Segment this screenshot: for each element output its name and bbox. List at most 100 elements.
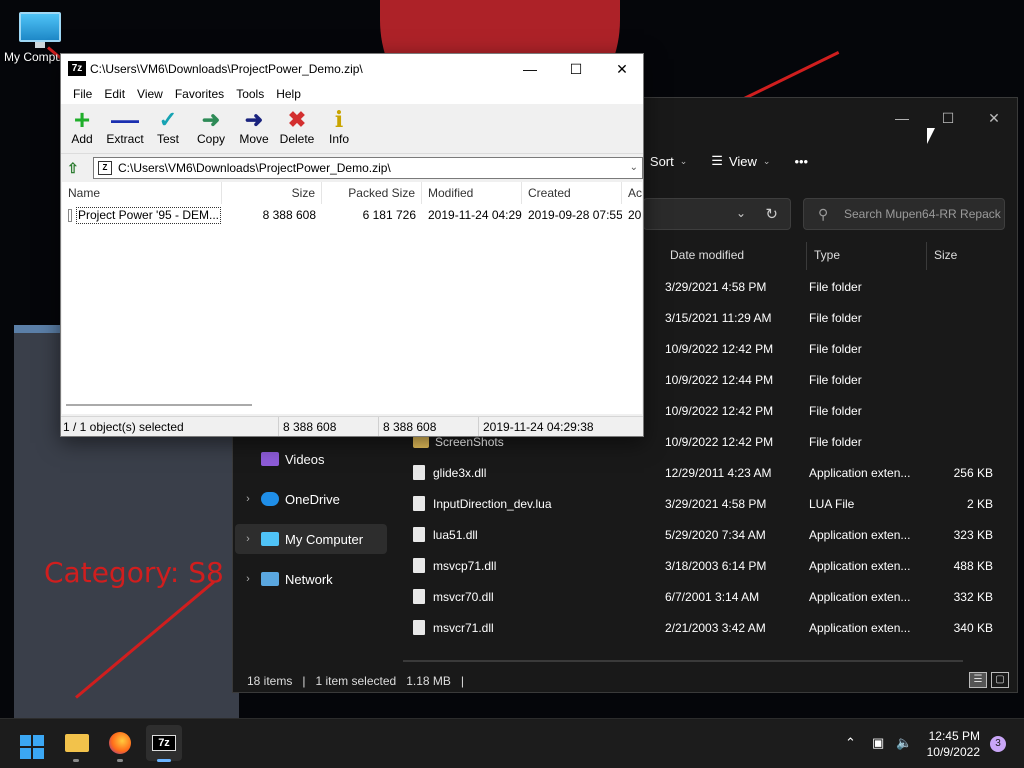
extract-button[interactable]: — Extract — [102, 106, 148, 147]
volume-icon[interactable]: 🔈 — [896, 735, 912, 751]
cloud-icon — [261, 492, 279, 506]
taskbar-firefox[interactable] — [102, 725, 138, 762]
file-type: File folder — [809, 279, 862, 294]
copy-button[interactable]: ➜ Copy — [188, 108, 234, 147]
delete-label: Delete — [279, 132, 315, 146]
column-name[interactable]: Name — [62, 182, 222, 204]
nav-item-videos[interactable]: Videos — [235, 444, 387, 474]
start-button[interactable] — [20, 735, 44, 759]
status-size: 8 388 608 — [279, 417, 379, 436]
sort-label: Sort — [649, 153, 674, 169]
7zip-window[interactable]: 7z C:\Users\VM6\Downloads\ProjectPower_D… — [60, 53, 644, 437]
mouse-cursor-icon — [927, 128, 935, 144]
menu-help[interactable]: Help — [270, 84, 307, 104]
item-count: 18 items — [247, 674, 293, 688]
menu-tools[interactable]: Tools — [230, 84, 270, 104]
status-packed-size: 8 388 608 — [379, 417, 479, 436]
add-button[interactable]: + Add — [59, 106, 105, 147]
clock[interactable]: 12:45 PM 10/9/2022 — [927, 728, 980, 760]
selection-size: 1.18 MB — [406, 674, 451, 688]
selection-status: 1 / 1 object(s) selected — [61, 417, 279, 436]
window-title: C:\Users\VM6\Downloads\ProjectPower_Demo… — [90, 62, 363, 76]
chevron-right-icon[interactable]: › — [235, 573, 261, 585]
tiles-view-icon[interactable]: ▢ — [991, 672, 1009, 688]
file-date: 10/9/2022 12:42 PM — [665, 403, 774, 418]
view-button[interactable]: ☰ View ⌄ — [711, 153, 770, 169]
network-icon[interactable]: ▣ — [872, 735, 884, 751]
table-row[interactable]: Project Power '95 - DEM... 8 388 608 6 1… — [62, 206, 642, 224]
file-type: Application exten... — [809, 589, 911, 604]
menu-file[interactable]: File — [67, 84, 98, 104]
file-name-cell: msvcr70.dll — [403, 589, 665, 604]
nav-item-label: My Computer — [285, 531, 364, 547]
file-name: glide3x.dll — [433, 465, 487, 480]
column-headers: Name Size Packed Size Modified Created A… — [62, 182, 642, 204]
menu-edit[interactable]: Edit — [98, 84, 131, 104]
file-icon — [413, 589, 425, 604]
chevron-right-icon[interactable]: › — [235, 493, 261, 505]
chevron-right-icon[interactable]: › — [235, 533, 261, 545]
nav-item-label: Videos — [285, 451, 325, 467]
move-button[interactable]: ➜ Move — [231, 108, 277, 147]
chevron-down-icon[interactable]: ⌄ — [736, 206, 746, 220]
column-packed-size[interactable]: Packed Size — [322, 182, 422, 204]
info-button[interactable]: i Info — [316, 108, 362, 146]
table-row[interactable]: msvcr70.dll 6/7/2001 3:14 AM Application e… — [403, 581, 1003, 612]
file-name-cell: msvcr71.dll — [403, 620, 665, 635]
close-button[interactable]: ✕ — [971, 106, 1017, 130]
x-icon: ✖ — [287, 107, 307, 132]
file-name: InputDirection_dev.lua — [433, 496, 552, 511]
address-bar[interactable]: ⌄ ↻ — [643, 198, 791, 230]
column-date-modified[interactable]: Date modified — [663, 242, 807, 270]
column-type[interactable]: Type — [807, 242, 927, 270]
file-packed-size: 6 181 726 — [362, 208, 416, 222]
menu-view[interactable]: View — [131, 84, 169, 104]
table-row[interactable]: msvcp71.dll 3/18/2003 6:14 PM Application … — [403, 550, 1003, 581]
status-bar: 18 items | 1 item selected 1.18 MB | — [247, 674, 464, 688]
folder-up-icon[interactable]: ⇧ — [67, 160, 83, 176]
more-icon: ••• — [794, 153, 809, 169]
table-row[interactable]: lua51.dll 5/29/2020 7:34 AM Application ex… — [403, 519, 1003, 550]
search-input[interactable]: ⚲ Search Mupen64-RR Repack — [803, 198, 1005, 230]
table-row[interactable]: msvcr71.dll 2/21/2003 3:42 AM Application … — [403, 612, 1003, 643]
table-row[interactable]: InputDirection_dev.lua 3/29/2021 4:58 PM L… — [403, 488, 1003, 519]
taskbar-file-explorer[interactable] — [58, 725, 94, 762]
table-row[interactable]: glide3x.dll 12/29/2011 4:23 AM Application… — [403, 457, 1003, 488]
nav-item-label: OneDrive — [285, 491, 340, 507]
minimize-button[interactable]: — — [507, 54, 553, 84]
chevron-up-icon[interactable]: ⌃ — [845, 735, 856, 751]
info-icon: i — [334, 107, 344, 133]
test-button[interactable]: ✓ Test — [145, 108, 191, 147]
column-modified[interactable]: Modified — [422, 182, 522, 204]
more-options-button[interactable]: ••• — [794, 154, 808, 169]
wallpaper-text: Category: S8 — [44, 556, 224, 589]
horizontal-scrollbar[interactable] — [403, 660, 963, 662]
notification-badge[interactable]: 3 — [990, 736, 1006, 752]
maximize-button[interactable]: ☐ — [553, 54, 599, 84]
file-name-cell: msvcp71.dll — [403, 558, 665, 573]
network-icon — [261, 572, 279, 586]
nav-item-my-computer[interactable]: › My Computer — [235, 524, 387, 554]
column-accessed[interactable]: Ac — [622, 182, 642, 204]
horizontal-scrollbar[interactable] — [66, 404, 252, 406]
delete-button[interactable]: ✖ Delete — [274, 107, 320, 147]
maximize-button[interactable]: ☐ — [925, 106, 971, 130]
title-bar[interactable]: 7z C:\Users\VM6\Downloads\ProjectPower_D… — [61, 54, 643, 84]
nav-item-network[interactable]: › Network — [235, 564, 387, 594]
menu-favorites[interactable]: Favorites — [169, 84, 230, 104]
column-size[interactable]: Size — [927, 242, 999, 270]
refresh-icon[interactable]: ↻ — [765, 205, 778, 223]
path-input[interactable]: Z C:\Users\VM6\Downloads\ProjectPower_De… — [93, 157, 643, 179]
column-created[interactable]: Created — [522, 182, 622, 204]
file-date: 3/15/2021 11:29 AM — [665, 310, 772, 325]
taskbar-7zip[interactable]: 7z — [146, 725, 182, 762]
close-button[interactable]: ✕ — [599, 54, 645, 84]
nav-item-onedrive[interactable]: › OneDrive — [235, 484, 387, 514]
file-modified: 2019-11-24 04:29 — [428, 208, 522, 222]
details-view-icon[interactable]: ☰ — [969, 672, 987, 688]
minimize-button[interactable]: — — [879, 106, 925, 130]
chevron-down-icon[interactable]: ⌄ — [630, 158, 638, 178]
search-icon: ⚲ — [818, 206, 829, 222]
column-size[interactable]: Size — [222, 182, 322, 204]
status-bar: 1 / 1 object(s) selected 8 388 608 8 388… — [61, 416, 643, 436]
